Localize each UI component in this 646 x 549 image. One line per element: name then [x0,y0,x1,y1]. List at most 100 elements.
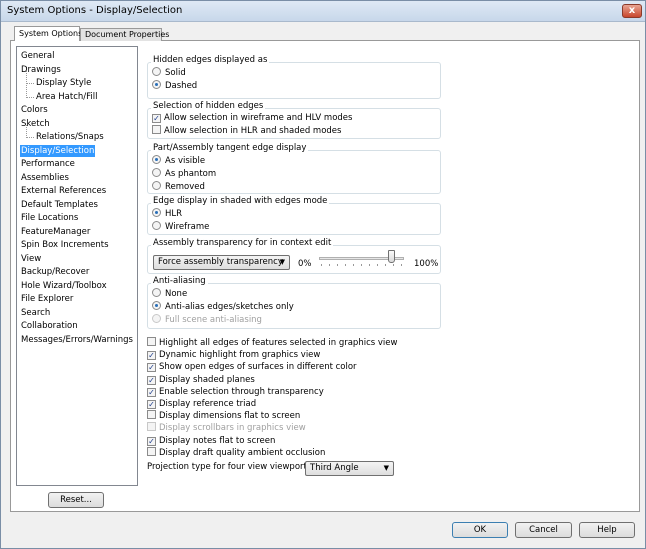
option-label: Dynamic highlight from graphics view [159,350,321,361]
checkbox-checked-icon: ✓ [147,387,156,397]
tree-item[interactable]: Backup/Recover [20,266,90,278]
option-label: Display draft quality ambient occlusion [159,447,326,458]
checkbox-option: Display scrollbars in graphics view [147,422,306,434]
reset-button[interactable]: Reset... [48,492,104,508]
option-label: As visible [165,156,206,166]
checkbox-unchecked-icon [147,410,156,420]
tree-item[interactable]: Messages/Errors/Warnings [20,334,134,346]
radio-option[interactable]: As visible [152,155,205,167]
radio-option[interactable]: Dashed [152,80,197,92]
option-label: Solid [165,68,186,78]
checkbox-checked-icon: ✓ [147,436,156,446]
tab-system-options[interactable]: System Options [14,26,82,41]
projection-select[interactable]: Third Angle ▼ [305,461,394,476]
checkbox-unchecked-icon [152,125,161,134]
tree-item[interactable]: Hole Wizard/Toolbox [20,280,108,292]
slider-tick [377,264,378,266]
group-title: Anti-aliasing [151,276,208,286]
checkbox-option[interactable]: Allow selection in HLR and shaded modes [152,125,341,137]
tree-item[interactable]: Default Templates [20,199,99,211]
tree-item[interactable]: Display Style [25,71,92,89]
radio-option[interactable]: Wireframe [152,221,209,233]
close-button[interactable]: x [622,4,642,18]
tree-item[interactable]: Area Hatch/Fill [25,84,98,103]
checkbox-option[interactable]: Display dimensions flat to screen [147,410,300,422]
tree-item[interactable]: FeatureManager [20,226,91,238]
option-label: Removed [165,182,205,192]
help-button[interactable]: Help [579,522,635,538]
radio-option[interactable]: Anti-alias edges/sketches only [152,301,294,313]
tree-item[interactable]: Relations/Snaps [26,125,105,143]
projection-select-value: Third Angle [310,463,359,473]
tree-item[interactable]: Assemblies [20,172,70,184]
option-label: Full scene anti-aliasing [165,315,262,325]
checkbox-option[interactable]: ✓ Dynamic highlight from graphics view [147,349,320,361]
options-tree: General Drawings Display Style Area Hatch/F… [16,46,138,486]
option-label: Highlight all edges of features selected… [159,338,398,348]
group-title: Part/Assembly tangent edge display [151,143,309,153]
tree-item[interactable]: Collaboration [20,320,79,332]
transparency-select[interactable]: Force assembly transparency ▼ [153,255,290,270]
radio-option[interactable]: HLR [152,208,182,220]
option-label: Display shaded planes [159,374,255,385]
slider-tick [361,264,362,266]
radio-option[interactable]: As phantom [152,168,216,180]
slider-tick [393,264,394,266]
radio-checked-icon [152,155,161,164]
checkbox-option[interactable]: ✓ Show open edges of surfaces in differen… [147,361,357,373]
radio-unchecked-icon [152,221,161,230]
tree-item[interactable]: File Locations [20,212,79,224]
dropdown-arrow-icon: ▼ [279,258,285,266]
option-label: Display scrollbars in graphics view [159,423,306,434]
option-label: Allow selection in HLR and shaded modes [164,126,342,136]
checkbox-option[interactable]: Display draft quality ambient occlusion [147,446,326,459]
checkbox-option[interactable]: ✓ Display reference triad [147,398,256,410]
radio-checked-icon [152,80,161,89]
checkbox-unchecked-icon [147,446,156,456]
checkbox-unchecked-icon [147,422,156,432]
checkbox-checked-icon: ✓ [147,351,156,361]
checkbox-option[interactable]: ✓ Allow selection in wireframe and HLV mo… [152,112,352,124]
tree-item[interactable]: External References [20,185,107,197]
tree-item[interactable]: View [20,253,42,265]
ok-button[interactable]: OK [452,522,508,538]
slider-tick [369,264,370,266]
group-title: Assembly transparency for in context edi… [151,238,334,248]
slider-thumb[interactable] [387,250,395,263]
tree-item[interactable]: Search [20,307,51,319]
title-bar: System Options - Display/Selection x [1,1,645,22]
tree-item[interactable]: Display/Selection [20,144,96,157]
slider-tick [401,264,402,266]
tree-item[interactable]: Performance [20,158,76,170]
cancel-button[interactable]: Cancel [515,522,572,538]
transparency-slider[interactable] [319,247,404,267]
tree-item[interactable]: Spin Box Increments [20,239,110,251]
radio-unchecked-icon [152,314,161,323]
tree-item[interactable]: Colors [20,104,49,116]
tree-item[interactable]: File Explorer [20,293,74,305]
option-label: Anti-alias edges/sketches only [165,302,294,312]
tree-item[interactable]: Sketch [20,118,51,130]
radio-unchecked-icon [152,288,161,297]
checkbox-option[interactable]: Highlight all edges of features selected… [147,337,397,349]
tab-document-properties[interactable]: Document Properties [80,28,169,41]
tree-item[interactable]: General [20,50,56,62]
radio-option[interactable]: Removed [152,181,205,193]
checkbox-option[interactable]: ✓ Display notes flat to screen [147,435,275,447]
checkbox-option[interactable]: ✓ Display shaded planes [147,374,255,386]
dialog-window: System Options - Display/Selection x Sys… [0,0,646,549]
radio-checked-icon [152,301,161,310]
radio-option[interactable]: None [152,288,187,300]
radio-option: Full scene anti-aliasing [152,314,262,326]
checkbox-option[interactable]: ✓ Enable selection through transparency [147,386,324,398]
slider-min-label: 0% [298,259,312,269]
checkbox-checked-icon: ✓ [147,363,156,373]
group-title: Selection of hidden edges [151,101,266,111]
slider-max-label: 100% [414,259,439,269]
radio-unchecked-icon [152,67,161,76]
transparency-select-value: Force assembly transparency [158,257,283,267]
option-label: Show open edges of surfaces in different… [159,362,357,373]
radio-option[interactable]: Solid [152,67,186,79]
slider-tick [321,264,322,266]
slider-tick [337,264,338,266]
